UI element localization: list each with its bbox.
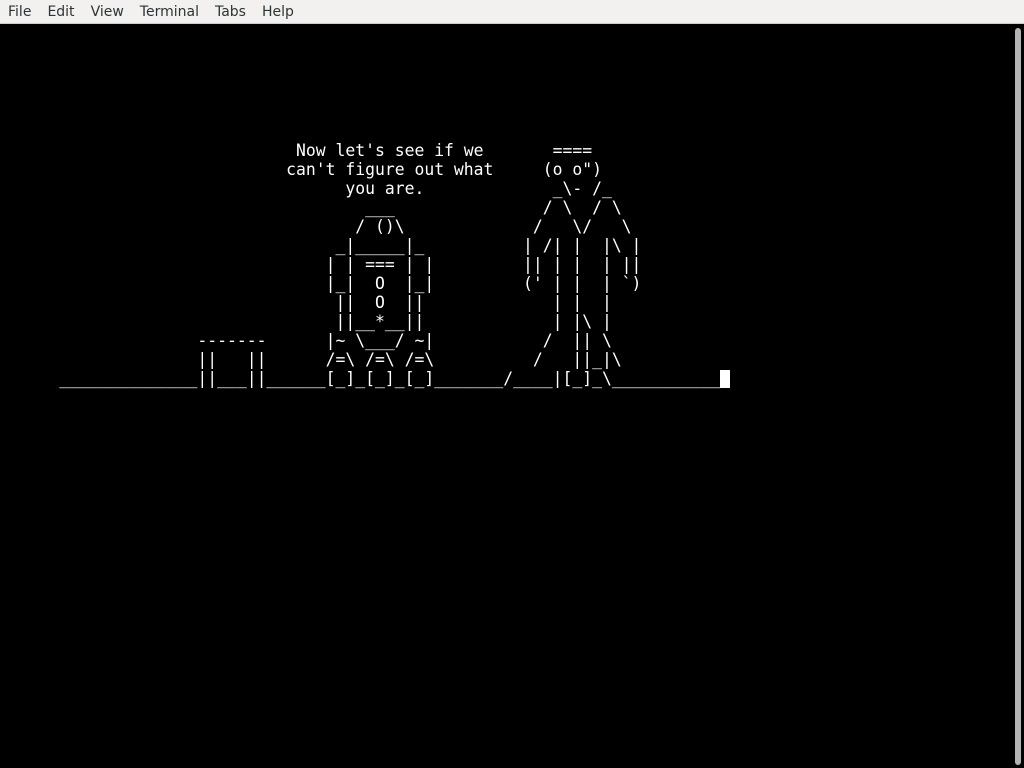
- terminal-line: ||__*__|| | |\ |: [0, 312, 612, 331]
- terminal-view[interactable]: Now let's see if we ==== can't figure ou…: [0, 25, 1012, 768]
- menu-help[interactable]: Help: [254, 0, 302, 24]
- terminal-line: || || /=\ /=\ /=\ / ||_|\: [0, 350, 622, 369]
- terminal-line: you are. _\- /_: [0, 179, 612, 198]
- terminal-line: | | === | | || | | | ||: [0, 255, 642, 274]
- terminal-line: / ()\ / \/ \: [0, 217, 632, 236]
- terminal-line: |_| O |_| (' | | | `): [0, 274, 642, 293]
- terminal-scrollbar[interactable]: [1012, 25, 1024, 768]
- menu-bar: File Edit View Terminal Tabs Help: [0, 0, 1024, 24]
- menu-tabs[interactable]: Tabs: [207, 0, 254, 24]
- terminal-output: Now let's see if we ==== can't figure ou…: [0, 141, 731, 388]
- menu-file[interactable]: File: [0, 0, 39, 24]
- menu-view[interactable]: View: [83, 0, 132, 24]
- terminal-line: _|_____|_ | /| | |\ |: [0, 236, 642, 255]
- scrollbar-thumb[interactable]: [1015, 28, 1021, 765]
- terminal-line: Now let's see if we ====: [0, 141, 593, 160]
- menu-terminal[interactable]: Terminal: [132, 0, 207, 24]
- terminal-line: ------- |~ \___/ ~| / || \: [0, 331, 612, 350]
- terminal-line: can't figure out what (o o"): [0, 160, 602, 179]
- menu-edit[interactable]: Edit: [39, 0, 82, 24]
- terminal-line: || O || | | |: [0, 293, 612, 312]
- terminal-line: ______________||___||______[_]_[_]_[_]__…: [0, 369, 721, 388]
- text-cursor: [720, 370, 731, 388]
- terminal-line: ___ / \ / \: [0, 198, 622, 217]
